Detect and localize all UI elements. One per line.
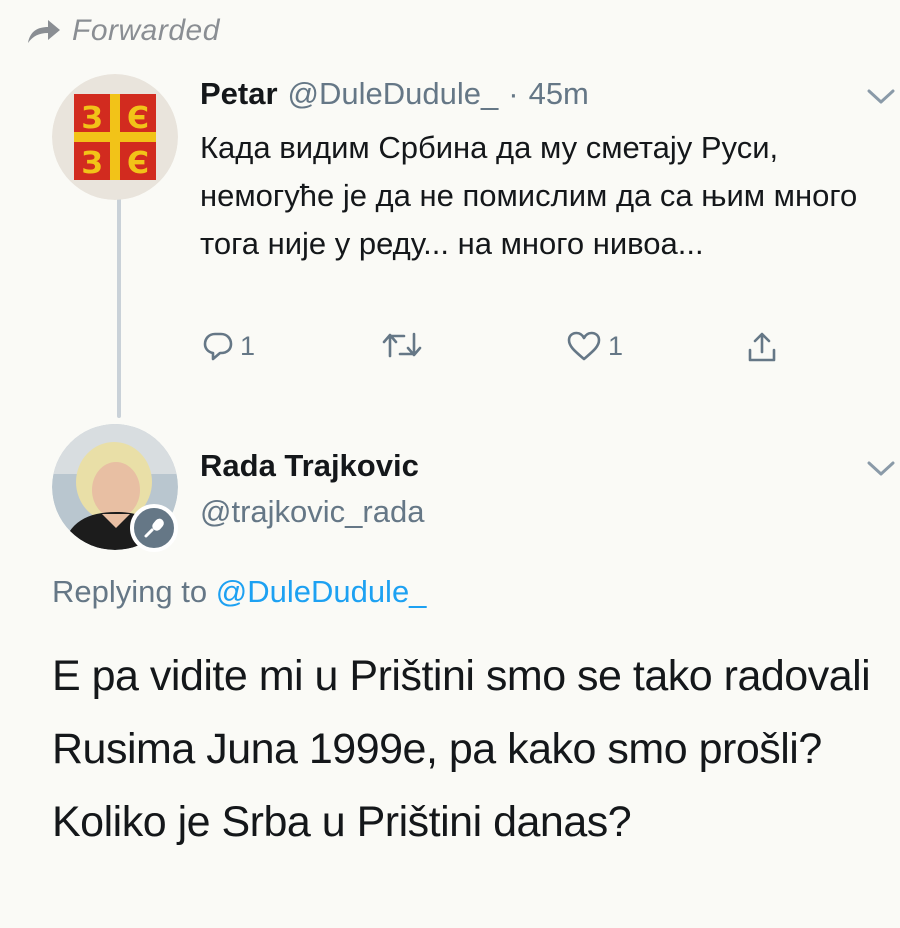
replying-to-link[interactable]: @DuleDudule_ bbox=[216, 574, 427, 609]
reply-icon bbox=[203, 332, 233, 361]
reply-author-handle[interactable]: @trajkovic_rada bbox=[200, 494, 424, 530]
forward-arrow-icon bbox=[28, 20, 60, 43]
like-count: 1 bbox=[608, 330, 624, 361]
tweet-time[interactable]: 45m bbox=[529, 76, 589, 112]
like-icon bbox=[567, 331, 601, 361]
author-handle[interactable]: @DuleDudule_ bbox=[288, 76, 499, 112]
replying-prefix: Replying to bbox=[52, 574, 208, 609]
thread-connector bbox=[117, 196, 121, 418]
retweet-icon bbox=[382, 332, 422, 358]
microphone-icon bbox=[144, 518, 164, 538]
tweet-actions: 1 1 bbox=[200, 330, 800, 380]
svg-text:З: З bbox=[81, 101, 102, 136]
original-tweet-header: Petar @DuleDudule_ · 45m bbox=[200, 76, 589, 112]
forwarded-indicator: Forwarded bbox=[26, 14, 220, 48]
chevron-down-icon[interactable] bbox=[866, 460, 896, 478]
reply-tweet-text: E pa vidite mi u Prištini smo se tako ra… bbox=[52, 652, 871, 846]
share-button[interactable] bbox=[746, 330, 778, 364]
share-icon bbox=[748, 332, 776, 362]
author-name[interactable]: Petar bbox=[200, 76, 278, 112]
reply-count: 1 bbox=[240, 330, 256, 361]
reply-button[interactable]: 1 bbox=[202, 330, 255, 362]
header-separator: · bbox=[508, 76, 519, 111]
serbian-cross-avatar: З Є З Є bbox=[52, 74, 178, 200]
chevron-down-icon[interactable] bbox=[866, 88, 896, 106]
svg-text:Є: Є bbox=[127, 101, 149, 136]
avatar-petar[interactable]: З Є З Є bbox=[52, 74, 178, 200]
svg-text:Є: Є bbox=[127, 146, 149, 181]
forwarded-label: Forwarded bbox=[72, 14, 220, 47]
svg-text:З: З bbox=[81, 146, 102, 181]
original-tweet-text: Када видим Србина да му сметају Руси, не… bbox=[200, 130, 858, 261]
reply-author-name[interactable]: Rada Trajkovic bbox=[200, 448, 419, 484]
microphone-badge bbox=[130, 504, 178, 552]
replying-to-line: Replying to @DuleDudule_ bbox=[52, 574, 426, 610]
retweet-button[interactable] bbox=[382, 330, 428, 360]
like-button[interactable]: 1 bbox=[566, 330, 623, 362]
